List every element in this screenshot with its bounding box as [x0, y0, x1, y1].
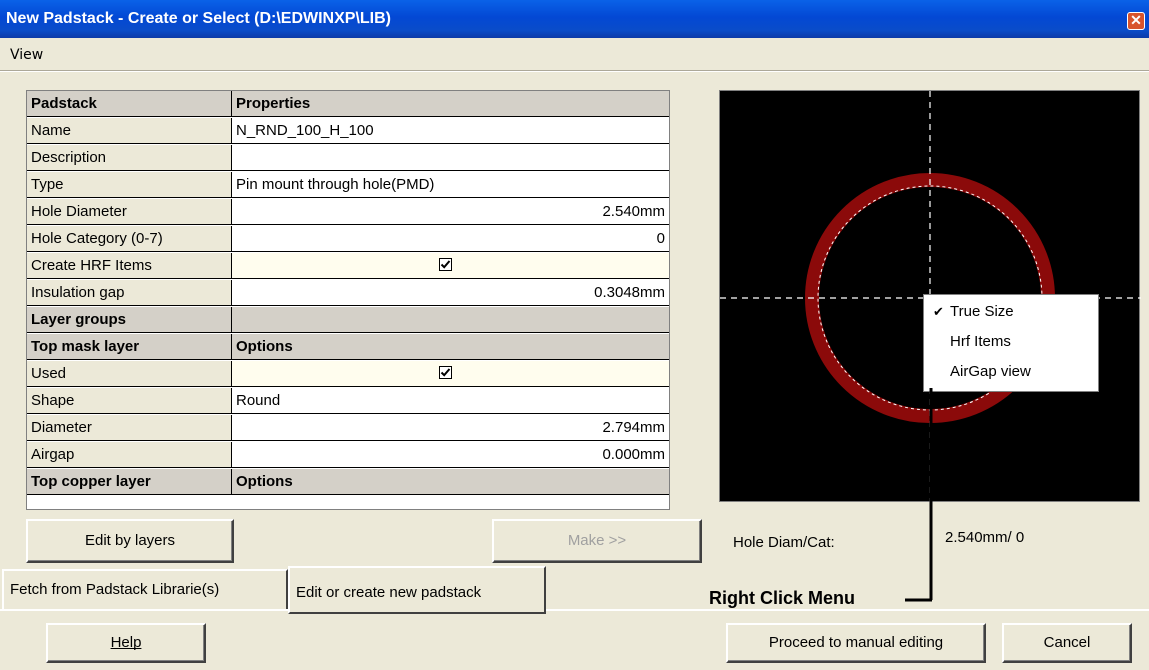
proceed-label: Proceed to manual editing	[768, 634, 944, 651]
edit-by-layers-button[interactable]: Edit by layers	[26, 519, 234, 563]
tab-edit-create[interactable]: Edit or create new padstack	[288, 566, 546, 614]
hole-diam-cat-label: Hole Diam/Cat:	[733, 534, 835, 551]
make-button[interactable]: Make >>	[492, 519, 702, 563]
hole-diam-cat-value: 2.540mm/ 0	[945, 529, 1025, 546]
proceed-manual-editing-button[interactable]: Proceed to manual editing	[726, 623, 986, 663]
help-button[interactable]: Help	[46, 623, 206, 663]
make-label: Make >>	[567, 532, 627, 549]
cancel-button[interactable]: Cancel	[1002, 623, 1132, 663]
tab-fetch-library[interactable]: Fetch from Padstack Librarie(s)	[2, 569, 288, 609]
tab-strip-line	[0, 609, 1149, 611]
tab-label: Fetch from Padstack Librarie(s)	[10, 581, 220, 598]
help-label: Help	[110, 634, 142, 651]
cancel-label: Cancel	[1043, 634, 1091, 651]
tab-label: Edit or create new padstack	[296, 584, 482, 601]
right-click-menu-annotation: Right Click Menu	[709, 588, 856, 608]
edit-by-layers-label: Edit by layers	[84, 532, 176, 549]
